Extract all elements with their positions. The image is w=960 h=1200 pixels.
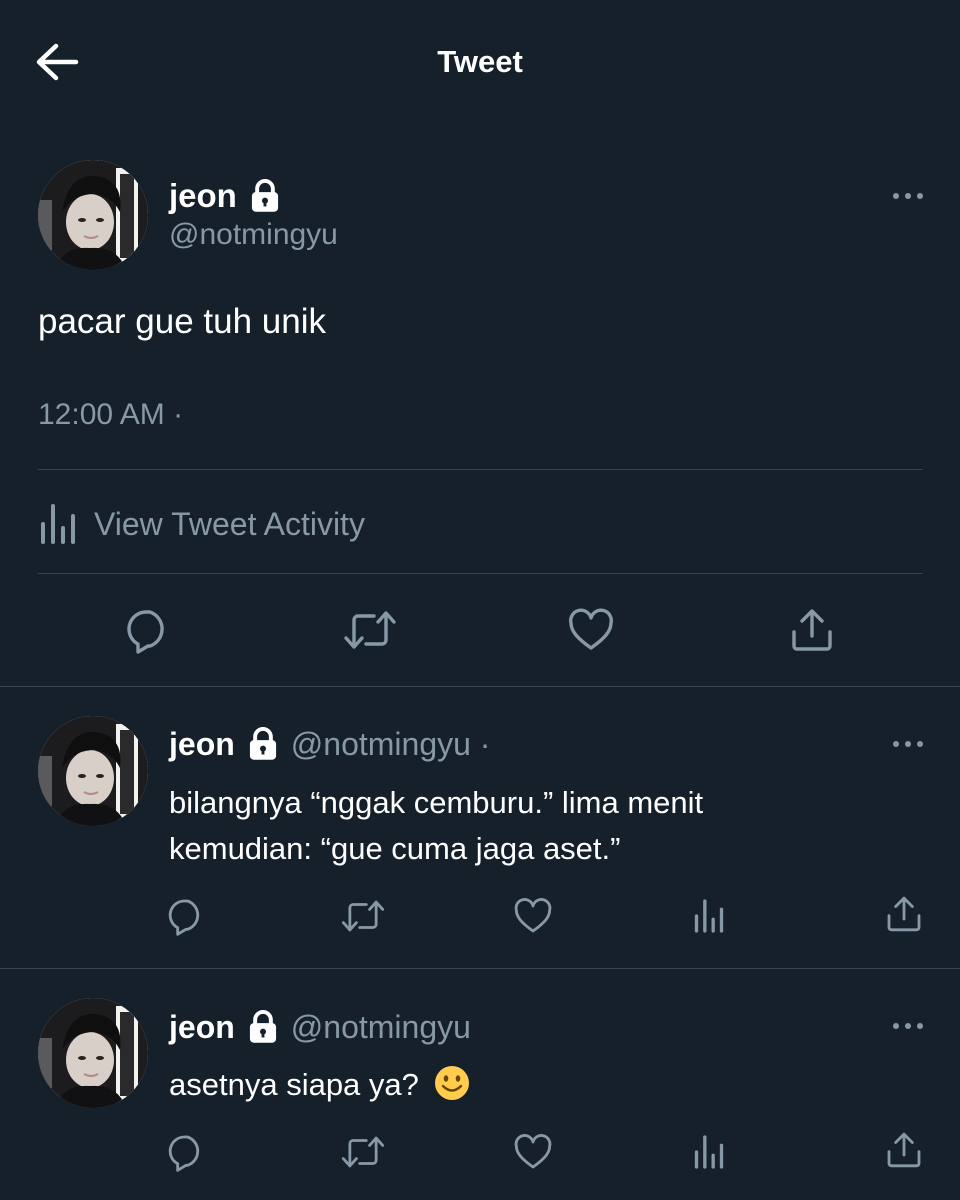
- avatar[interactable]: [38, 716, 148, 826]
- share-icon[interactable]: [884, 894, 924, 934]
- share-icon[interactable]: [788, 606, 836, 654]
- retweet-icon[interactable]: [340, 1132, 386, 1172]
- author-handle[interactable]: @notmingyu: [169, 218, 338, 252]
- tweet-timestamp[interactable]: 12:00 AM ·: [38, 398, 183, 432]
- more-options-icon[interactable]: [890, 184, 926, 208]
- tweet-text: pacar gue tuh unik: [38, 302, 326, 341]
- like-icon[interactable]: [513, 896, 553, 936]
- avatar[interactable]: [38, 160, 148, 270]
- lock-icon: [247, 727, 279, 761]
- retweet-icon[interactable]: [340, 896, 386, 936]
- reply-icon[interactable]: [124, 606, 172, 654]
- top-bar: Tweet: [0, 0, 960, 120]
- divider: [38, 573, 923, 574]
- activity-label[interactable]: View Tweet Activity: [94, 506, 365, 543]
- reply-text: bilangnya “nggak cemburu.” lima menit ke…: [169, 780, 703, 872]
- author-name[interactable]: jeon: [169, 726, 235, 763]
- more-options-icon[interactable]: [890, 732, 926, 756]
- reply-text-line: asetnya siapa ya?: [169, 1067, 419, 1102]
- lock-icon: [249, 179, 281, 213]
- avatar-image: [38, 160, 148, 270]
- avatar[interactable]: [38, 998, 148, 1108]
- author-handle[interactable]: @notmingyu ·: [291, 726, 491, 763]
- retweet-icon[interactable]: [342, 606, 398, 654]
- avatar-image: [38, 998, 148, 1108]
- lock-icon: [247, 1010, 279, 1044]
- like-icon[interactable]: [567, 606, 615, 654]
- slightly-smiling-face-icon: [434, 1066, 469, 1100]
- more-options-icon[interactable]: [890, 1014, 926, 1038]
- reply-text-line: bilangnya “nggak cemburu.” lima menit: [169, 785, 704, 820]
- share-icon[interactable]: [884, 1130, 924, 1170]
- avatar-image: [38, 716, 148, 826]
- reply-icon[interactable]: [166, 1132, 206, 1172]
- divider: [0, 968, 960, 969]
- author-name-row[interactable]: jeon: [169, 174, 281, 218]
- view-tweet-activity-link[interactable]: View Tweet Activity: [38, 496, 365, 552]
- analytics-icon: [38, 500, 78, 548]
- page-title: Tweet: [437, 44, 523, 79]
- author-name[interactable]: jeon: [169, 177, 237, 215]
- tweet-detail-page: Tweet jeon @notmingyu pacar gue tuh unik…: [0, 0, 960, 1200]
- like-icon[interactable]: [513, 1132, 553, 1172]
- reply-author-row[interactable]: jeon @notmingyu ·: [169, 722, 490, 766]
- author-handle[interactable]: @notmingyu: [291, 1009, 471, 1046]
- reply-author-row[interactable]: jeon @notmingyu: [169, 1005, 471, 1049]
- reply-text: asetnya siapa ya?: [169, 1062, 470, 1108]
- reply-text-line: kemudian: “gue cuma jaga aset.”: [169, 831, 621, 866]
- author-name[interactable]: jeon: [169, 1009, 235, 1046]
- divider: [0, 686, 960, 687]
- reply-icon[interactable]: [166, 896, 206, 936]
- divider: [38, 469, 923, 470]
- analytics-icon[interactable]: [692, 1132, 726, 1172]
- analytics-icon[interactable]: [692, 896, 726, 936]
